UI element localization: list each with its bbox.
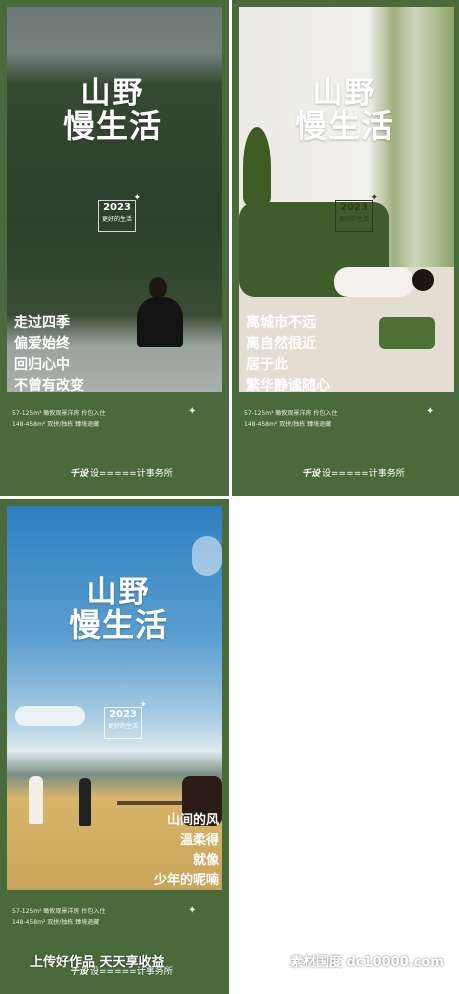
sparkle-icon: ✦ (370, 193, 378, 203)
year-badge: ✦ 2023 更好的生活 (98, 193, 141, 232)
headline-line2: 慢生活 (294, 106, 394, 145)
sparkle-icon: ✦ (188, 406, 197, 417)
person-figure (79, 778, 91, 826)
year-badge: ✦ 2023 更好的生活 (104, 700, 147, 739)
badge-tagline: 更好的生活 (101, 216, 132, 223)
badge-tagline: 更好的生活 (338, 216, 369, 223)
verse-line: 偏爱始终 (14, 336, 70, 352)
verse-line: 不曾有改变 (14, 378, 84, 394)
sparkle-icon: ✦ (133, 193, 141, 203)
upload-watermark: 上传好作品 天天享收益 (30, 955, 165, 970)
headline-line1: 山野 (312, 76, 377, 111)
headline: 山野 慢生活 (30, 78, 195, 143)
headline: 山野 慢生活 (262, 78, 427, 143)
verse-line: 居于此 (246, 357, 288, 373)
credit: 千设 设=====计事务所 (302, 466, 405, 479)
pillow (379, 317, 435, 349)
verse-line: 离自然很近 (246, 336, 316, 352)
credit-mark: 千设 (70, 469, 89, 479)
headline-line1: 山野 (80, 76, 145, 111)
cloud (192, 536, 222, 576)
verse-line: 就像 (192, 853, 219, 868)
site-watermark: 素材国度 dc10000.com (290, 955, 444, 970)
spec-line: 148-458m² 双拼/独栋 臻境退藏 (12, 919, 100, 926)
badge-year: 2023 (109, 709, 137, 720)
badge-year: 2023 (103, 202, 131, 213)
specs: 57-125m² 瞰攸观景洋房 拎包入住 148-458m² 双拼/独栋 臻境退… (244, 408, 337, 430)
credit-mark: 千设 (302, 469, 321, 479)
spec-line: 57-125m² 瞰攸观景洋房 拎包入住 (12, 908, 106, 915)
verse-line: 繁华静谧随心 (246, 378, 330, 394)
person-figure (29, 776, 43, 824)
headline-line1: 山野 (86, 575, 151, 610)
headline: 山野 慢生活 (36, 577, 201, 642)
verse-line: 山间的风 (166, 813, 219, 828)
spec-line: 57-125m² 瞰攸观景洋房 拎包入住 (244, 410, 338, 417)
sparkle-icon: ✦ (188, 905, 197, 916)
credit-text: 设=====计事务所 (90, 469, 173, 479)
verse-block: 走过四季 偏爱始终 回归心中 不曾有改变 (14, 313, 84, 397)
spec-line: 148-458m² 双拼/独栋 臻境退藏 (12, 421, 100, 428)
badge-year: 2023 (340, 202, 368, 213)
poster-1: 山野 慢生活 ✦ 2023 更好的生活 走过四季 偏爱始终 回归心中 不曾有改变… (0, 0, 229, 496)
verse-line: 温柔得 (179, 833, 219, 848)
verse-line: 回归心中 (14, 357, 70, 373)
specs: 57-125m² 瞰攸观景洋房 拎包入住 148-458m² 双拼/独栋 臻境退… (12, 408, 105, 430)
headline-line2: 慢生活 (62, 106, 162, 145)
year-badge: ✦ 2023 更好的生活 (335, 193, 378, 232)
headline-line2: 慢生活 (68, 605, 168, 644)
verse-block: 山间的风 温柔得 就像 少年的呢喃 (154, 811, 219, 891)
verse-line: 走过四季 (14, 315, 70, 331)
person-figure (294, 247, 439, 307)
credit-text: 设=====计事务所 (322, 469, 405, 479)
verse-block: 离城市不远 离自然很近 居于此 繁华静谧随心 (246, 313, 330, 397)
poster-3: 山野 慢生活 ✦ 2023 更好的生活 山间的风 温柔得 就像 少年的呢喃 57… (0, 499, 229, 994)
specs: 57-125m² 瞰攸观景洋房 拎包入住 148-458m² 双拼/独栋 臻境退… (12, 906, 105, 928)
credit: 千设 设=====计事务所 (70, 466, 173, 479)
badge-tagline: 更好的生活 (107, 723, 138, 730)
cloud (15, 706, 85, 726)
spec-line: 57-125m² 瞰攸观景洋房 拎包入住 (12, 410, 106, 417)
verse-line: 少年的呢喃 (153, 873, 219, 888)
sparkle-icon: ✦ (426, 406, 435, 417)
poster-2: 山野 慢生活 ✦ 2023 更好的生活 离城市不远 离自然很近 居于此 繁华静谧… (232, 0, 459, 496)
spec-line: 148-458m² 双拼/独栋 臻境退藏 (244, 421, 332, 428)
person-figure (127, 277, 197, 347)
sparkle-icon: ✦ (139, 700, 147, 710)
verse-line: 离城市不远 (246, 315, 316, 331)
